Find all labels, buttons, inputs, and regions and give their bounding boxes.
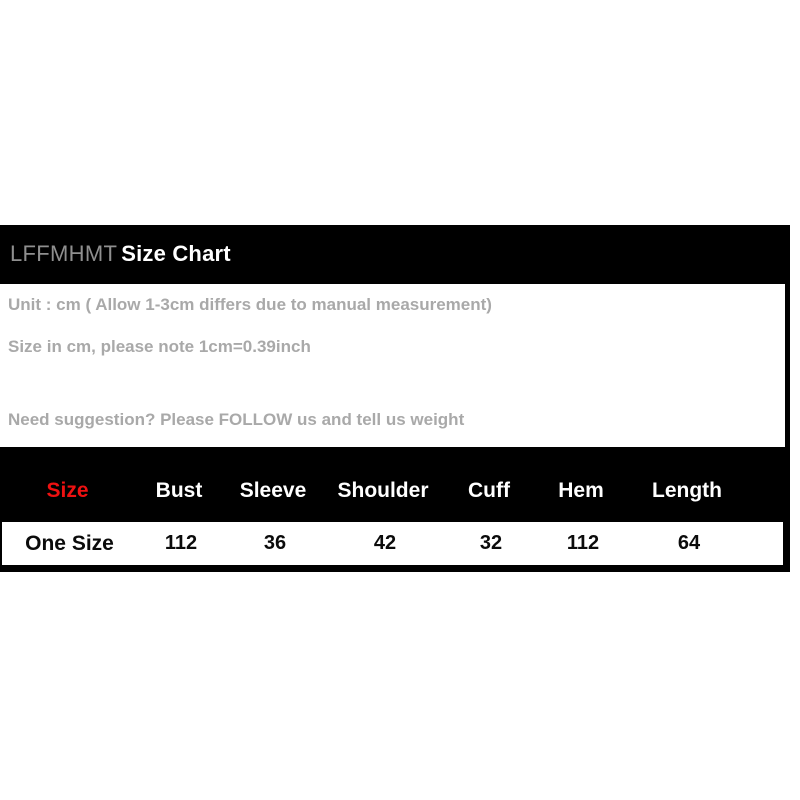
cell-sleeve: 36 — [263, 532, 287, 554]
measurement-notes: Unit : cm ( Allow 1-3cm differs due to m… — [0, 284, 785, 447]
column-header-bust: Bust — [155, 478, 203, 502]
cell-length: 64 — [677, 532, 701, 554]
table-header-row: Size Bust Sleeve Shoulder Cuff Hem Lengt… — [0, 462, 785, 519]
note-suggestion: Need suggestion? Please FOLLOW us and te… — [8, 410, 465, 429]
column-header-size: Size — [46, 478, 89, 502]
brand-name: LFFMHMT — [10, 241, 118, 266]
column-header-length: Length — [652, 478, 722, 502]
size-table: Size Bust Sleeve Shoulder Cuff Hem Lengt… — [0, 462, 790, 567]
note-unit: Unit : cm ( Allow 1-3cm differs due to m… — [8, 295, 492, 314]
note-conversion: Size in cm, please note 1cm=0.39inch — [8, 337, 311, 356]
column-header-hem: Hem — [558, 478, 604, 502]
size-chart-panel: LFFMHMT Size Chart Unit : cm ( Allow 1-3c… — [0, 225, 790, 572]
cell-shoulder: 42 — [373, 532, 397, 554]
cell-size: One Size — [25, 531, 114, 555]
column-header-shoulder: Shoulder — [337, 478, 429, 502]
table-row: One Size 112 36 42 32 112 64 — [0, 520, 785, 567]
column-header-cuff: Cuff — [468, 478, 510, 502]
column-header-sleeve: Sleeve — [239, 478, 307, 502]
cell-bust: 112 — [164, 532, 198, 554]
cell-cuff: 32 — [479, 532, 503, 554]
page-title: LFFMHMT Size Chart — [10, 243, 231, 265]
cell-hem: 112 — [566, 532, 600, 554]
title-text: Size Chart — [121, 241, 231, 266]
